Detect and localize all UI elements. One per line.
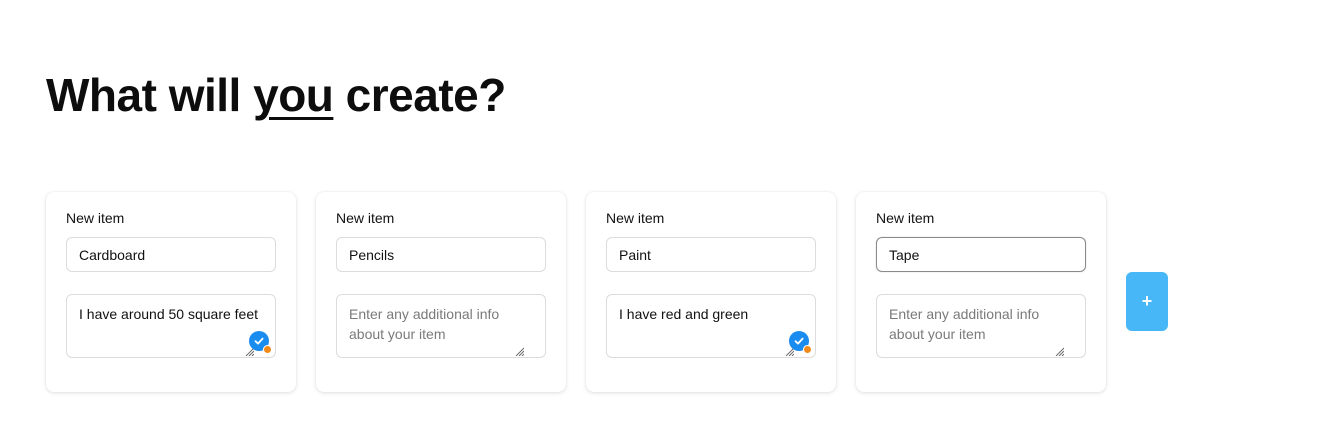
check-badge-icon bbox=[249, 331, 272, 354]
page-title-start: What will bbox=[46, 69, 254, 121]
add-item-button[interactable]: + bbox=[1126, 272, 1168, 331]
item-card-label: New item bbox=[336, 210, 395, 226]
item-info-textarea[interactable] bbox=[336, 294, 546, 358]
status-dot-icon bbox=[263, 345, 272, 354]
item-card: New item bbox=[856, 192, 1106, 392]
item-card: New item bbox=[316, 192, 566, 392]
check-badge-icon bbox=[789, 331, 812, 354]
item-info-textarea[interactable]: I have red and green bbox=[606, 294, 816, 358]
page: What will you create? New item I have ar… bbox=[0, 0, 1325, 429]
item-name-input[interactable] bbox=[336, 237, 546, 272]
item-info-textarea[interactable] bbox=[876, 294, 1086, 358]
item-card: New item I have around 50 square feet bbox=[46, 192, 296, 392]
item-name-input[interactable] bbox=[606, 237, 816, 272]
item-card-label: New item bbox=[66, 210, 125, 226]
item-card-label: New item bbox=[876, 210, 935, 226]
page-title-emphasis: you bbox=[253, 69, 334, 121]
page-title-end: create? bbox=[333, 69, 507, 121]
status-dot-icon bbox=[803, 345, 812, 354]
item-card: New item I have red and green bbox=[586, 192, 836, 392]
item-info-textarea[interactable]: I have around 50 square feet bbox=[66, 294, 276, 358]
item-cards: New item I have around 50 square feet Ne… bbox=[46, 192, 1168, 392]
item-name-input[interactable] bbox=[66, 237, 276, 272]
page-title: What will you create? bbox=[46, 66, 506, 124]
item-name-input[interactable] bbox=[876, 237, 1086, 272]
item-card-label: New item bbox=[606, 210, 665, 226]
